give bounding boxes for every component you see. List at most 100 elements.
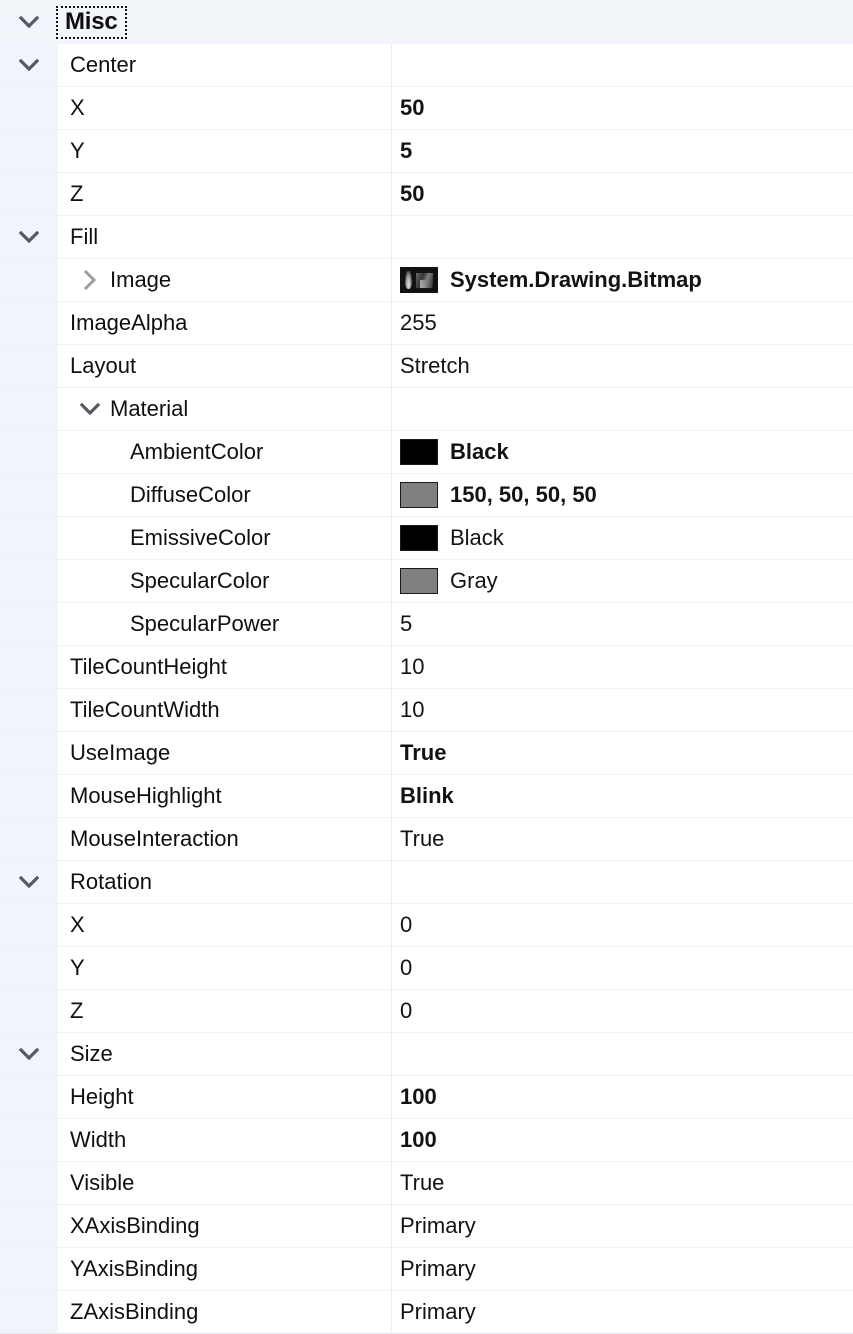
property-name-cell[interactable]: XAxisBinding [58,1205,392,1247]
property-row[interactable]: ImageAlpha 255 [0,302,853,345]
property-name-cell[interactable]: Size [58,1033,392,1075]
property-row[interactable]: Rotation [0,861,853,904]
property-name-cell[interactable]: Height [58,1076,392,1118]
property-name-cell[interactable]: TileCountWidth [58,689,392,731]
property-row[interactable]: UseImage True [0,732,853,775]
property-row[interactable]: X 50 [0,87,853,130]
property-row[interactable]: Layout Stretch [0,345,853,388]
property-row[interactable]: YAxisBinding Primary [0,1248,853,1291]
row-subtwisty[interactable] [70,403,110,415]
property-value-cell[interactable]: 5 [392,603,853,645]
property-value-cell[interactable]: 10 [392,646,853,688]
property-name-cell[interactable]: Width [58,1119,392,1161]
property-name-cell[interactable]: YAxisBinding [58,1248,392,1290]
property-row[interactable]: SpecularColor Gray [0,560,853,603]
property-value-cell[interactable]: 255 [392,302,853,344]
property-row[interactable]: TileCountHeight 10 [0,646,853,689]
property-name-label: TileCountWidth [70,697,220,722]
property-row[interactable]: Image System.Drawing.Bitmap [0,259,853,302]
property-row[interactable]: Y5 [0,130,853,173]
property-value-cell[interactable]: 5 [392,130,853,172]
property-name-cell[interactable]: X [58,87,392,129]
property-name-cell[interactable]: Center [58,44,392,86]
property-value-cell[interactable]: 150, 50, 50, 50 [392,474,853,516]
property-name-cell[interactable]: X [58,904,392,946]
property-row[interactable]: Width 100 [0,1119,853,1162]
property-name-cell[interactable]: MouseHighlight [58,775,392,817]
property-row[interactable]: Height 100 [0,1076,853,1119]
property-value-cell[interactable] [392,388,853,430]
property-value-cell[interactable]: 10 [392,689,853,731]
property-name-cell[interactable]: MouseInteraction [58,818,392,860]
property-value-cell[interactable]: True [392,732,853,774]
property-value-cell[interactable]: 0 [392,947,853,989]
property-value-cell[interactable]: Primary [392,1205,853,1247]
property-row[interactable]: MouseHighlight Blink [0,775,853,818]
property-value-cell[interactable] [392,1033,853,1075]
row-subtwisty[interactable] [70,270,110,290]
property-value-cell[interactable]: Gray [392,560,853,602]
property-name-cell[interactable]: ImageAlpha [58,302,392,344]
category-row-misc[interactable]: Misc [0,0,853,44]
property-value-cell[interactable]: Primary [392,1248,853,1290]
property-value-cell[interactable]: 0 [392,990,853,1032]
property-name-cell[interactable]: Y [58,130,392,172]
property-value-cell[interactable] [392,216,853,258]
property-name-cell[interactable]: UseImage [58,732,392,774]
property-name-cell[interactable]: Fill [58,216,392,258]
property-value-cell[interactable]: System.Drawing.Bitmap [392,259,853,301]
property-row[interactable]: SpecularPower 5 [0,603,853,646]
property-row[interactable]: ZAxisBinding Primary [0,1291,853,1334]
property-row[interactable]: Center [0,44,853,87]
property-value-cell[interactable] [392,861,853,903]
property-name-cell[interactable]: Image [58,259,392,301]
property-name-cell[interactable]: AmbientColor [58,431,392,473]
property-name-cell[interactable]: Rotation [58,861,392,903]
property-row[interactable]: Fill [0,216,853,259]
property-value-cell[interactable]: 50 [392,87,853,129]
property-name-cell[interactable]: EmissiveColor [58,517,392,559]
property-row[interactable]: MouseInteraction True [0,818,853,861]
property-name-cell[interactable]: Layout [58,345,392,387]
property-value-cell[interactable]: 0 [392,904,853,946]
property-name-cell[interactable]: DiffuseColor [58,474,392,516]
property-value-cell[interactable]: True [392,818,853,860]
property-name-cell[interactable]: Material [58,388,392,430]
property-row[interactable]: Y0 [0,947,853,990]
property-value-cell[interactable] [392,44,853,86]
property-row[interactable]: EmissiveColor Black [0,517,853,560]
property-row[interactable]: Z 50 [0,173,853,216]
property-row[interactable]: Size [0,1033,853,1076]
property-value-cell[interactable]: Blink [392,775,853,817]
property-value-cell[interactable]: 100 [392,1119,853,1161]
property-name-cell[interactable]: SpecularColor [58,560,392,602]
property-row[interactable]: AmbientColor Black [0,431,853,474]
property-value-cell[interactable]: True [392,1162,853,1204]
property-name-cell[interactable]: Y [58,947,392,989]
property-row[interactable]: Visible True [0,1162,853,1205]
property-name-cell[interactable]: SpecularPower [58,603,392,645]
property-name-cell[interactable]: Z [58,173,392,215]
property-value-cell[interactable]: 50 [392,173,853,215]
property-row[interactable]: Z0 [0,990,853,1033]
property-name-cell[interactable]: ZAxisBinding [58,1291,392,1333]
row-twisty-cell[interactable] [0,44,58,86]
property-row[interactable]: TileCountWidth 10 [0,689,853,732]
row-twisty-cell[interactable] [0,216,58,258]
row-twisty-cell[interactable] [0,1033,58,1075]
property-value-cell[interactable]: Primary [392,1291,853,1333]
property-value-cell[interactable]: 100 [392,1076,853,1118]
property-value-cell[interactable]: Black [392,431,853,473]
property-value-cell[interactable]: Stretch [392,345,853,387]
property-row[interactable]: Material [0,388,853,431]
property-value-cell[interactable]: Black [392,517,853,559]
row-twisty-cell[interactable] [0,861,58,903]
property-row[interactable]: DiffuseColor 150, 50, 50, 50 [0,474,853,517]
property-row[interactable]: X0 [0,904,853,947]
property-name-cell[interactable]: Z [58,990,392,1032]
property-name-cell[interactable]: Visible [58,1162,392,1204]
property-name-cell[interactable]: TileCountHeight [58,646,392,688]
category-twisty-cell[interactable] [0,16,58,28]
property-row[interactable]: XAxisBinding Primary [0,1205,853,1248]
row-twisty-cell [0,345,58,387]
